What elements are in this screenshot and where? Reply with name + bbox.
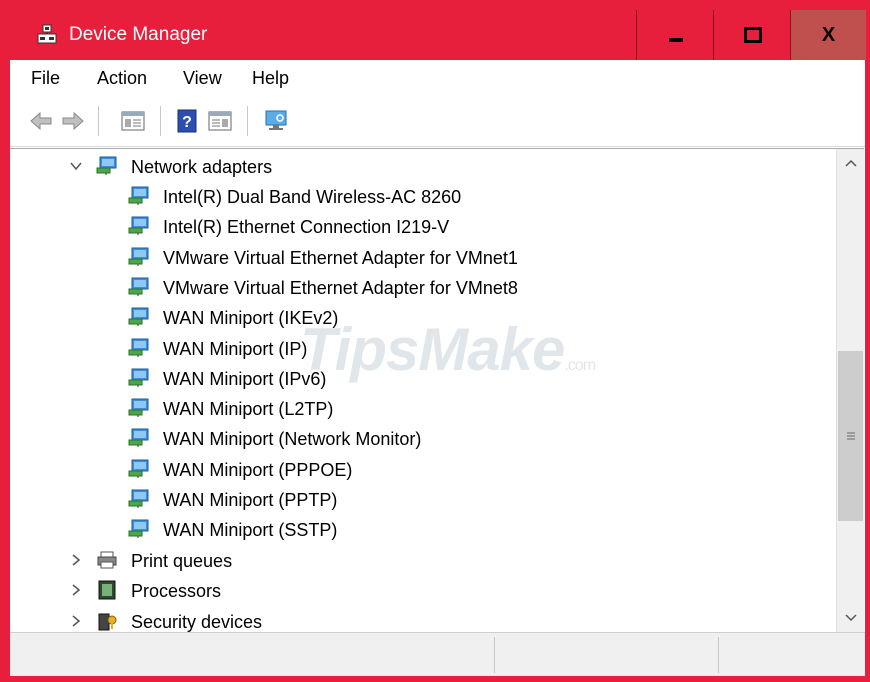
minimize-icon <box>668 38 683 42</box>
status-pane <box>718 637 865 673</box>
tree-item-label: WAN Miniport (PPTP) <box>163 490 338 510</box>
processor-icon <box>98 580 116 600</box>
tree-item-adapter[interactable]: WAN Miniport (PPPOE) <box>10 454 836 484</box>
network-adapter-icon <box>128 216 149 236</box>
chevron-right-icon[interactable] <box>70 584 82 596</box>
scroll-up-button[interactable] <box>837 149 864 177</box>
status-bar <box>10 632 865 676</box>
network-adapter-icon <box>128 186 149 205</box>
tree-category-label: Print queues <box>131 551 233 571</box>
device-manager-window: Device Manager X File Action View Help ?… <box>0 0 870 682</box>
tree-category-collapsed[interactable]: Processors <box>10 575 836 605</box>
chevron-down-icon <box>844 614 857 622</box>
tree-item-adapter[interactable]: WAN Miniport (IPv6) <box>10 363 836 393</box>
tree-item-adapter[interactable]: WAN Miniport (IKEv2) <box>10 302 836 332</box>
tree-item-label: VMware Virtual Ethernet Adapter for VMne… <box>163 247 518 268</box>
tree-item-adapter[interactable]: WAN Miniport (L2TP) <box>10 393 836 423</box>
tree-item-adapter[interactable]: Intel(R) Ethernet Connection I219-V <box>10 211 836 241</box>
help-icon[interactable]: ? <box>175 108 201 134</box>
svg-text:?: ? <box>182 114 192 131</box>
tree-category-label: Network adapters <box>131 157 273 177</box>
tree-category-label: Processors <box>131 581 222 602</box>
window-title: Device Manager <box>69 24 208 45</box>
vertical-scrollbar[interactable] <box>836 148 864 632</box>
tree-item-label: Intel(R) Dual Band Wireless-AC 8260 <box>163 187 462 207</box>
minimize-button[interactable] <box>636 10 714 60</box>
tree-item-adapter[interactable]: Intel(R) Dual Band Wireless-AC 8260 <box>10 181 836 211</box>
status-pane <box>494 637 719 673</box>
tree-item-label: WAN Miniport (IPv6) <box>163 368 327 389</box>
tree-item-label: WAN Miniport (IKEv2) <box>163 308 339 329</box>
back-arrow-icon[interactable] <box>28 108 54 134</box>
toolbar-separator <box>98 106 99 136</box>
tree-item-adapter[interactable]: WAN Miniport (PPTP) <box>10 484 836 514</box>
tree-item-adapter[interactable]: VMware Virtual Ethernet Adapter for VMne… <box>10 242 836 272</box>
network-adapter-icon <box>128 489 149 508</box>
title-bar[interactable]: Device Manager X <box>10 10 866 60</box>
tree-item-label: WAN Miniport (Network Monitor) <box>163 429 422 450</box>
scroll-thumb[interactable] <box>838 351 863 521</box>
network-adapter-icon <box>128 307 149 327</box>
menu-file[interactable]: File <box>31 67 60 89</box>
maximize-icon <box>743 27 762 43</box>
forward-arrow-icon[interactable] <box>60 108 86 134</box>
device-tree: Network adapters Intel(R) Dual Band Wire… <box>10 148 836 633</box>
tree-item-adapter[interactable]: WAN Miniport (Network Monitor) <box>10 423 836 453</box>
toolbar: ? <box>10 96 865 147</box>
tree-item-label: WAN Miniport (SSTP) <box>163 520 338 541</box>
close-button[interactable]: X <box>790 10 866 60</box>
grip-icon <box>846 432 855 440</box>
chevron-down-icon[interactable] <box>70 160 82 172</box>
chevron-right-icon[interactable] <box>70 615 82 627</box>
tree-item-label: VMware Virtual Ethernet Adapter for VMne… <box>163 277 518 298</box>
maximize-button[interactable] <box>713 10 791 60</box>
network-adapter-icon <box>128 368 149 387</box>
toolbar-separator <box>160 106 161 136</box>
menu-action[interactable]: Action <box>97 67 147 89</box>
network-adapter-icon <box>128 428 149 448</box>
tree-category-label: Security devices <box>131 611 263 632</box>
network-adapter-icon <box>128 519 149 539</box>
network-adapter-icon <box>128 338 149 357</box>
network-adapter-icon <box>128 398 149 418</box>
network-adapter-icon <box>96 156 117 175</box>
device-manager-icon <box>37 24 57 44</box>
chevron-right-icon[interactable] <box>70 554 82 566</box>
network-adapter-icon <box>128 459 149 478</box>
tree-category-collapsed[interactable]: Security devices <box>10 606 836 633</box>
scan-hardware-icon[interactable] <box>263 108 289 134</box>
network-adapter-icon <box>128 247 149 266</box>
tree-category-network-adapters[interactable]: Network adapters <box>10 151 836 181</box>
tree-item-label: WAN Miniport (L2TP) <box>163 399 334 420</box>
network-adapter-icon <box>128 277 149 296</box>
tree-item-adapter[interactable]: WAN Miniport (IP) <box>10 333 836 363</box>
chevron-up-icon <box>844 159 857 167</box>
tree-item-adapter[interactable]: VMware Virtual Ethernet Adapter for VMne… <box>10 272 836 302</box>
security-device-icon <box>98 613 117 631</box>
tree-item-label: Intel(R) Ethernet Connection I219-V <box>163 217 450 238</box>
close-icon: X <box>821 23 836 46</box>
tree-category-collapsed[interactable]: Print queues <box>10 545 836 575</box>
properties-console-icon[interactable] <box>120 108 146 134</box>
scroll-down-button[interactable] <box>837 604 864 632</box>
menu-view[interactable]: View <box>183 67 222 89</box>
tree-item-label: WAN Miniport (IP) <box>163 338 308 359</box>
tree-item-adapter[interactable]: WAN Miniport (SSTP) <box>10 514 836 544</box>
update-driver-icon[interactable] <box>207 108 233 134</box>
client-area: File Action View Help ? Network adapters… <box>10 60 865 676</box>
tree-item-label: WAN Miniport (PPPOE) <box>163 459 353 480</box>
toolbar-separator <box>247 106 248 136</box>
menu-bar: File Action View Help <box>10 60 865 96</box>
menu-help[interactable]: Help <box>252 67 289 89</box>
printer-icon <box>97 551 117 569</box>
